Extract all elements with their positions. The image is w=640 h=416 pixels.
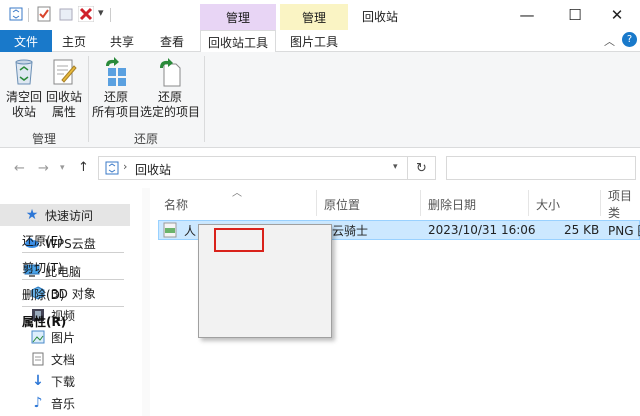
restore-all-label-2: 所有项目 (92, 105, 141, 119)
column-header-item-type[interactable]: 项目类 (608, 189, 640, 220)
tab-view[interactable]: 查看 (152, 30, 192, 52)
column-header-name[interactable]: 名称 (164, 194, 188, 214)
png-file-icon (162, 222, 178, 241)
restore-selected-label-2: 选定的项目 (140, 105, 201, 119)
minimize-button[interactable]: — (504, 0, 550, 30)
tab-home[interactable]: 主页 (56, 30, 92, 52)
nav-item-label: 下载 (51, 374, 76, 389)
up-arrow-icon[interactable]: ↑ (78, 160, 89, 175)
qat-separator (28, 8, 29, 22)
nav-pane-scrollbar[interactable] (142, 188, 150, 416)
column-separator[interactable] (528, 190, 529, 216)
nav-item-label: 文档 (51, 352, 76, 367)
empty-recycle-bin-label-2: 收站 (11, 105, 36, 119)
empty-recycle-bin-button[interactable]: 清空回 收站 (4, 56, 44, 120)
ribbon-group-separator (204, 56, 205, 142)
forward-arrow-icon[interactable]: → (38, 161, 49, 176)
restore-all-button[interactable]: 还原 所有项目 (92, 56, 140, 120)
ribbon-group-separator (88, 56, 89, 142)
tab-recycle-bin-tools[interactable]: 回收站工具 (200, 30, 276, 53)
recycle-bin-properties-label-2: 属性 (51, 105, 76, 119)
restore-selected-icon (160, 58, 181, 87)
menu-item-properties[interactable]: 属性(R) (22, 312, 126, 330)
nav-item-music[interactable]: ♪ 音乐 (0, 392, 130, 414)
menu-item-restore[interactable]: 还原(E) (22, 231, 126, 249)
recycle-bin-small-icon (105, 161, 119, 178)
menu-separator (22, 279, 124, 280)
column-header-date-deleted[interactable]: 删除日期 (428, 194, 476, 214)
properties-check-icon[interactable] (36, 6, 52, 22)
column-header-size[interactable]: 大小 (536, 194, 560, 214)
recycle-bin-app-icon (8, 6, 24, 22)
new-folder-icon[interactable] (58, 6, 74, 22)
maximize-button[interactable]: ☐ (552, 0, 598, 30)
address-dropdown-icon[interactable]: ▾ (393, 162, 398, 172)
column-separator[interactable] (600, 190, 601, 216)
tab-file[interactable]: 文件 (0, 30, 52, 52)
menu-separator (22, 306, 124, 307)
refresh-button[interactable]: ↻ (408, 156, 436, 180)
ribbon-group-manage-label: 管理 (31, 132, 56, 146)
back-arrow-icon[interactable]: ← (14, 161, 25, 176)
download-arrow-icon: ↓ (32, 373, 44, 389)
document-icon (30, 351, 46, 367)
address-bar[interactable]: › 回收站 ▾ (98, 156, 408, 180)
collapse-ribbon-icon[interactable]: ︿ (604, 33, 615, 49)
context-group-manage-recycle: 管理 (200, 4, 276, 30)
column-separator[interactable] (420, 190, 421, 216)
file-date-deleted: 2023/10/31 16:06 (428, 223, 536, 237)
help-icon[interactable]: ? (622, 32, 637, 47)
close-button[interactable]: ✕ (594, 0, 640, 30)
properties-icon (53, 59, 77, 85)
recycle-bin-properties-label-1: 回收站 (45, 90, 82, 104)
sort-ascending-icon: ︿ (232, 188, 242, 199)
tab-share[interactable]: 共享 (104, 30, 140, 52)
context-group-manage-picture: 管理 (280, 4, 348, 30)
menu-item-cut[interactable]: 剪切(T) (22, 258, 126, 276)
delete-icon[interactable] (78, 6, 94, 22)
picture-icon (30, 329, 46, 345)
file-name: 人 (184, 223, 197, 238)
explorer-window: ▾ 管理 管理 回收站 — ☐ ✕ 文件 主页 共享 查看 回收站工具 图片工具… (0, 0, 640, 416)
file-size: 25 KB (564, 223, 600, 237)
column-header-original-location[interactable]: 原位置 (324, 194, 360, 214)
restore-all-icon (106, 57, 126, 86)
address-path[interactable]: 回收站 (135, 161, 171, 178)
nav-item-documents[interactable]: 文档 (0, 348, 130, 370)
menu-item-delete[interactable]: 删除(D) (22, 285, 126, 303)
nav-item-label: 快速访问 (45, 208, 94, 223)
highlight-box (214, 228, 264, 252)
recent-locations-chevron-icon[interactable]: ▾ (60, 163, 65, 173)
qat-dropdown-icon[interactable]: ▾ (98, 6, 104, 19)
music-note-icon: ♪ (33, 395, 43, 411)
title-bar: ▾ 管理 管理 回收站 — ☐ ✕ (0, 0, 640, 30)
breadcrumb-chevron-icon[interactable]: › (123, 160, 127, 173)
search-input[interactable] (446, 156, 636, 180)
ribbon-tab-bar: 文件 主页 共享 查看 回收站工具 图片工具 ︿ ? (0, 30, 640, 53)
nav-item-label: 音乐 (51, 396, 76, 411)
restore-selected-button[interactable]: 还原 选定的项目 (140, 56, 200, 120)
menu-separator (22, 252, 124, 253)
nav-item-label: 图片 (51, 330, 76, 345)
column-separator[interactable] (316, 190, 317, 216)
restore-selected-label-1: 还原 (157, 90, 182, 104)
nav-item-downloads[interactable]: ↓ 下载 (0, 370, 130, 392)
file-original-location: \云骑士 (328, 223, 369, 238)
tab-picture-tools[interactable]: 图片工具 (280, 30, 348, 52)
ribbon-group-restore-label: 还原 (133, 132, 158, 146)
window-title: 回收站 (362, 10, 399, 24)
nav-item-quick-access[interactable]: ★ 快速访问 (0, 204, 130, 226)
restore-all-label-1: 还原 (103, 90, 128, 104)
star-icon: ★ (25, 207, 39, 223)
recycle-bin-properties-button[interactable]: 回收站 属性 (44, 56, 84, 120)
empty-recycle-bin-icon (15, 59, 33, 85)
file-type: PNG 图 (608, 223, 640, 238)
qat-separator (110, 8, 111, 22)
empty-recycle-bin-label-1: 清空回 (5, 90, 42, 104)
ribbon: 清空回 收站 回收站 属性 还原 所有项目 还原 选定的项目 管理 还原 (0, 52, 640, 148)
